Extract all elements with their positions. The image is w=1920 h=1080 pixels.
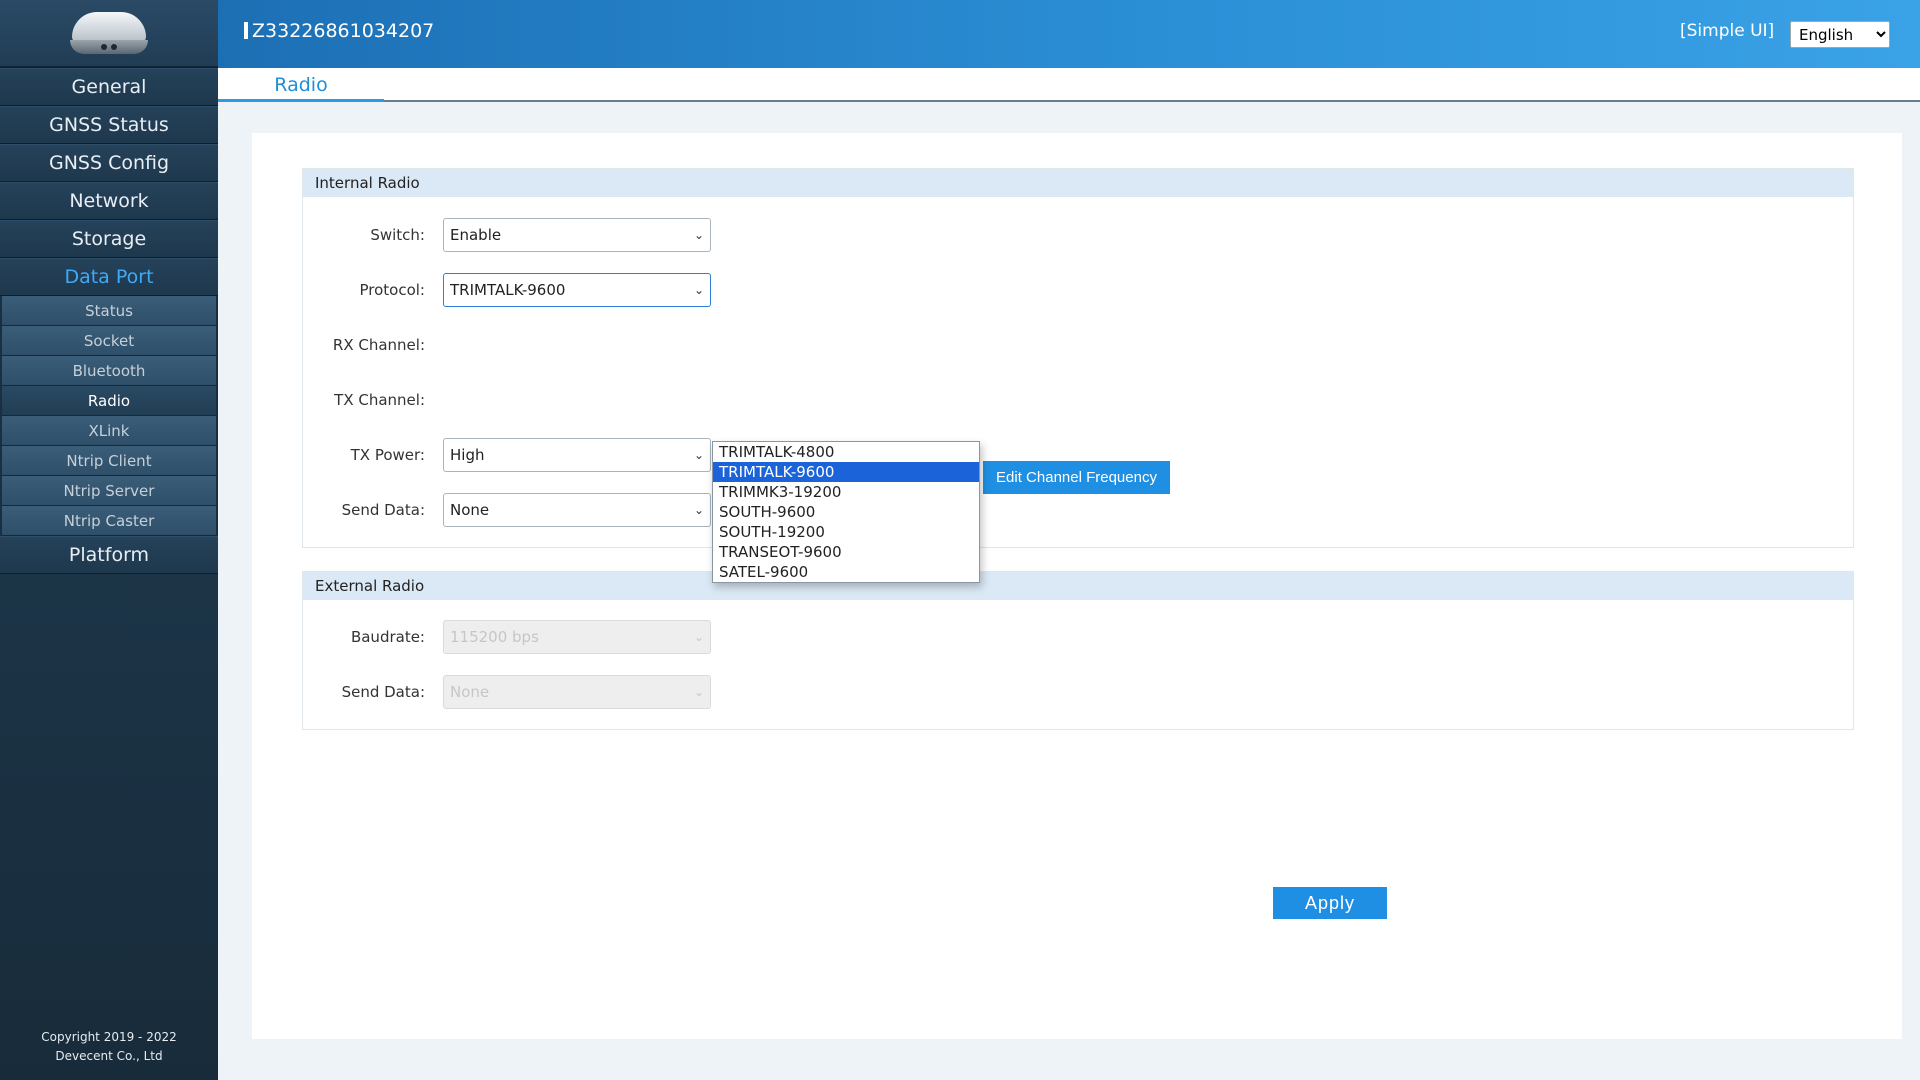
switch-select[interactable]: Enable ⌄ [443,218,711,252]
send-data-label: Send Data: [341,501,425,519]
sub-item-ntrip-server[interactable]: Ntrip Server [2,476,216,506]
header: Z33226861034207 [Simple UI] English [218,0,1920,68]
baudrate-row: Baudrate: 115200 bps ⌄ [303,620,711,654]
ext-send-data-select[interactable]: None ⌄ [443,675,711,709]
protocol-option[interactable]: SATEL-9600 [713,562,979,582]
chevron-down-icon: ⌄ [693,503,704,517]
protocol-value: TRIMTALK-9600 [450,281,566,299]
sub-item-ntrip-caster[interactable]: Ntrip Caster [2,506,216,536]
sidebar: General GNSS Status GNSS Config Network … [0,0,218,1080]
tx-channel-row: TX Channel: [303,383,443,417]
tx-power-select[interactable]: High ⌄ [443,438,711,472]
sub-item-ntrip-client[interactable]: Ntrip Client [2,446,216,476]
chevron-down-icon: ⌄ [693,228,704,242]
nav-item-gnss-status[interactable]: GNSS Status [0,106,218,144]
tx-power-label: TX Power: [350,446,425,464]
protocol-dropdown: TRIMTALK-4800 TRIMTALK-9600 TRIMMK3-1920… [712,441,980,583]
baudrate-label: Baudrate: [350,628,425,646]
chevron-down-icon: ⌄ [693,630,704,644]
switch-value: Enable [450,226,502,244]
rx-channel-label: RX Channel: [332,336,425,354]
rx-channel-row: RX Channel: [303,328,443,362]
protocol-option[interactable]: TRANSEOT-9600 [713,542,979,562]
protocol-select[interactable]: TRIMTALK-9600 ⌄ [443,273,711,307]
sub-item-status[interactable]: Status [2,296,216,326]
send-data-row: Send Data: None ⌄ [303,493,711,527]
protocol-label: Protocol: [359,281,425,299]
tab-bar: Radio [218,68,1920,102]
ext-send-data-label: Send Data: [341,683,425,701]
tab-radio[interactable]: Radio [218,68,384,102]
send-data-value: None [450,501,490,519]
content-area: Internal Radio Switch: Enable ⌄ Protocol… [252,133,1902,1039]
chevron-down-icon: ⌄ [693,685,704,699]
language-select[interactable]: English [1790,21,1890,48]
data-port-submenu: Status Socket Bluetooth Radio XLink Ntri… [0,296,218,536]
send-data-select[interactable]: None ⌄ [443,493,711,527]
copyright-line2: Devecent Co., Ltd [55,1049,163,1063]
apply-button[interactable]: Apply [1273,887,1387,919]
protocol-option[interactable]: SOUTH-19200 [713,522,979,542]
tx-power-row: TX Power: High ⌄ [303,438,711,472]
sub-item-bluetooth[interactable]: Bluetooth [2,356,216,386]
nav-item-general[interactable]: General [0,68,218,106]
sub-item-socket[interactable]: Socket [2,326,216,356]
switch-row: Switch: Enable ⌄ [303,218,711,252]
internal-radio-title: Internal Radio [303,169,1853,197]
copyright: Copyright 2019 - 2022 Devecent Co., Ltd [0,1028,218,1066]
tx-channel-label: TX Channel: [334,391,425,409]
simple-ui-link[interactable]: [Simple UI] [1680,21,1774,41]
device-logo [64,10,154,56]
sub-item-radio[interactable]: Radio [2,386,216,416]
chevron-down-icon: ⌄ [693,448,704,462]
ext-send-data-value: None [450,683,490,701]
nav-item-data-port[interactable]: Data Port [0,258,218,296]
nav-item-gnss-config[interactable]: GNSS Config [0,144,218,182]
protocol-option[interactable]: TRIMTALK-4800 [713,442,979,462]
sub-item-xlink[interactable]: XLink [2,416,216,446]
protocol-option-selected[interactable]: TRIMTALK-9600 [713,462,979,482]
logo-area [0,0,218,68]
nav-item-platform[interactable]: Platform [0,536,218,574]
nav-item-network[interactable]: Network [0,182,218,220]
external-radio-panel: External Radio Baudrate: 115200 bps ⌄ Se… [302,571,1854,730]
protocol-row: Protocol: TRIMTALK-9600 ⌄ [303,273,711,307]
nav-item-storage[interactable]: Storage [0,220,218,258]
ext-send-data-row: Send Data: None ⌄ [303,675,711,709]
baudrate-select[interactable]: 115200 bps ⌄ [443,620,711,654]
chevron-down-icon: ⌄ [693,283,704,297]
edit-channel-frequency-button[interactable]: Edit Channel Frequency [983,461,1170,494]
external-radio-title: External Radio [303,572,1853,600]
protocol-option[interactable]: TRIMMK3-19200 [713,482,979,502]
copyright-line1: Copyright 2019 - 2022 [41,1030,177,1044]
switch-label: Switch: [370,226,425,244]
tx-power-value: High [450,446,485,464]
protocol-option[interactable]: SOUTH-9600 [713,502,979,522]
baudrate-value: 115200 bps [450,628,539,646]
device-id: Z33226861034207 [244,20,434,42]
